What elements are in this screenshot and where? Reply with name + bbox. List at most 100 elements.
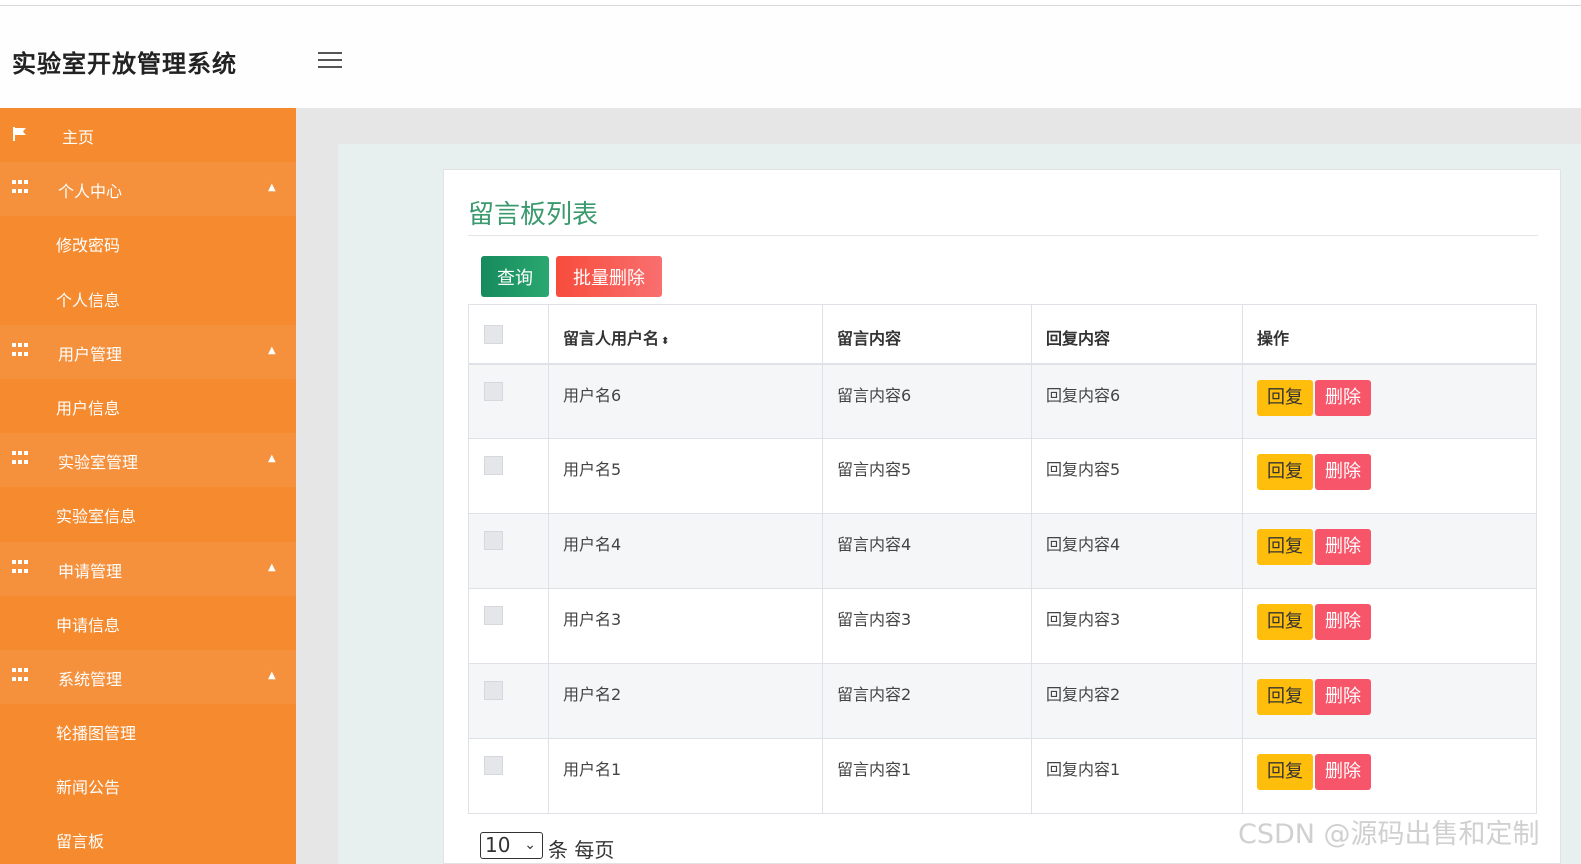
delete-button[interactable]: 删除 (1315, 454, 1371, 490)
row-checkbox[interactable] (484, 681, 503, 700)
table-row: 用户名5 留言内容5 回复内容5 回复 删除 (468, 438, 1537, 514)
sort-icon[interactable]: ⬍ (661, 336, 669, 347)
pagination: 10 ⌄ 条 每页 (480, 832, 614, 862)
reply-button[interactable]: 回复 (1257, 754, 1313, 790)
bulk-delete-button[interactable]: 批量删除 (556, 256, 662, 297)
username-cell: 用户名3 (548, 588, 823, 664)
message-cell: 留言内容3 (822, 588, 1032, 664)
sidebar-item-3[interactable]: 个人信息 (0, 270, 296, 325)
chevron-down-icon: ⌄ (524, 837, 536, 853)
delete-button[interactable]: 删除 (1315, 679, 1371, 715)
row-select-cell (468, 663, 549, 739)
actions-cell: 回复 删除 (1242, 363, 1537, 439)
header-username[interactable]: 留言人用户名 ⬍ (548, 304, 823, 364)
reply-button[interactable]: 回复 (1257, 604, 1313, 640)
sidebar-item-label: 修改密码 (56, 236, 121, 256)
row-checkbox[interactable] (484, 381, 503, 401)
sidebar-item-label: 用户信息 (56, 398, 121, 418)
caret-up-icon: ▲ (268, 669, 276, 681)
message-cell: 留言内容1 (822, 738, 1032, 814)
query-button[interactable]: 查询 (481, 256, 549, 297)
sidebar-item-7[interactable]: 实验室信息 (0, 487, 296, 542)
sidebar-item-0[interactable]: 主页 (0, 108, 296, 163)
sidebar-item-13[interactable]: 留言板 (0, 812, 296, 864)
caret-up-icon: ▲ (268, 182, 276, 194)
row-select-cell (468, 438, 549, 514)
row-checkbox[interactable] (484, 531, 503, 550)
grid-icon (12, 559, 28, 576)
flag-icon (12, 126, 28, 142)
actions-cell: 回复 删除 (1242, 438, 1537, 514)
grid-icon (12, 667, 28, 684)
menu-toggle-icon[interactable] (318, 52, 342, 70)
sidebar-item-label: 新闻公告 (56, 778, 121, 798)
sidebar-item-5[interactable]: 用户信息 (0, 378, 296, 434)
message-cell: 留言内容4 (822, 513, 1032, 589)
row-checkbox[interactable] (484, 606, 503, 625)
sidebar-item-label: 个人信息 (56, 290, 121, 310)
username-cell: 用户名2 (548, 663, 823, 739)
reply-button[interactable]: 回复 (1257, 679, 1313, 715)
page-size-value: 10 (485, 833, 511, 857)
message-cell: 留言内容5 (822, 438, 1032, 514)
username-cell: 用户名6 (548, 363, 823, 439)
sidebar-item-12[interactable]: 新闻公告 (0, 758, 296, 813)
grid-icon (12, 342, 28, 359)
reply-button[interactable]: 回复 (1257, 529, 1313, 565)
sidebar-item-label: 系统管理 (58, 669, 123, 689)
sidebar: 主页 ▲ 个人中心 修改密码 个人信息 ▲ 用户管理 用户信息 ▲ 实验室管理 实验室信息 ▲ 申请管理… (0, 108, 296, 864)
delete-button[interactable]: 删除 (1315, 379, 1371, 416)
sidebar-item-2[interactable]: 修改密码 (0, 216, 296, 271)
delete-button[interactable]: 删除 (1315, 754, 1371, 790)
table-row: 用户名4 留言内容4 回复内容4 回复 删除 (468, 513, 1537, 589)
caret-up-icon: ▲ (268, 453, 276, 465)
actions-cell: 回复 删除 (1242, 663, 1537, 739)
delete-button[interactable]: 删除 (1315, 604, 1371, 640)
header-username-label: 留言人用户名 (563, 329, 660, 348)
sidebar-item-label: 轮播图管理 (56, 724, 137, 744)
sidebar-item-label: 用户管理 (58, 344, 123, 364)
table-row: 用户名3 留言内容3 回复内容3 回复 删除 (468, 588, 1537, 664)
sidebar-item-4[interactable]: ▲ 用户管理 (0, 324, 296, 379)
sidebar-item-label: 主页 (62, 128, 95, 147)
sidebar-item-label: 申请信息 (56, 615, 121, 635)
username-cell: 用户名5 (548, 438, 823, 514)
row-checkbox[interactable] (484, 756, 503, 775)
sidebar-item-8[interactable]: ▲ 申请管理 (0, 541, 296, 596)
select-all-checkbox[interactable] (484, 325, 503, 344)
row-select-cell (468, 363, 549, 439)
message-cell: 留言内容2 (822, 663, 1032, 739)
watermark: CSDN @源码出售和定制 (1238, 819, 1540, 850)
message-cell: 留言内容6 (822, 363, 1032, 439)
reply-cell: 回复内容3 (1031, 588, 1243, 664)
reply-cell: 回复内容5 (1031, 438, 1243, 514)
delete-button[interactable]: 删除 (1315, 529, 1371, 565)
sidebar-item-1[interactable]: ▲ 个人中心 (0, 162, 296, 217)
reply-cell: 回复内容6 (1031, 363, 1243, 439)
reply-button[interactable]: 回复 (1257, 454, 1313, 490)
reply-cell: 回复内容4 (1031, 513, 1243, 589)
table-row: 用户名1 留言内容1 回复内容1 回复 删除 (468, 738, 1537, 814)
sidebar-item-10[interactable]: ▲ 系统管理 (0, 649, 296, 705)
row-checkbox[interactable] (484, 456, 503, 475)
message-table: 留言人用户名 ⬍ 留言内容 回复内容 操作 用户名6 留言内容6 回复内容6 回复 删除用… (468, 304, 1537, 814)
username-cell: 用户名4 (548, 513, 823, 589)
actions-cell: 回复 删除 (1242, 588, 1537, 664)
header-actions: 操作 (1242, 304, 1537, 364)
sidebar-item-6[interactable]: ▲ 实验室管理 (0, 433, 296, 488)
table-row: 用户名2 留言内容2 回复内容2 回复 删除 (468, 663, 1537, 739)
table-row: 用户名6 留言内容6 回复内容6 回复 删除 (468, 363, 1537, 439)
header-message: 留言内容 (822, 304, 1032, 364)
sidebar-item-11[interactable]: 轮播图管理 (0, 704, 296, 759)
sidebar-item-9[interactable]: 申请信息 (0, 595, 296, 650)
sidebar-item-label: 实验室管理 (58, 453, 139, 473)
sidebar-item-label: 申请管理 (58, 561, 123, 581)
reply-cell: 回复内容2 (1031, 663, 1243, 739)
grid-icon (12, 451, 28, 467)
header-reply: 回复内容 (1031, 304, 1243, 364)
sidebar-item-label: 个人中心 (58, 182, 123, 202)
header: 实验室开放管理系统 (0, 6, 1581, 108)
page-size-select[interactable]: 10 ⌄ (480, 832, 543, 859)
reply-button[interactable]: 回复 (1257, 379, 1313, 416)
actions-cell: 回复 删除 (1242, 738, 1537, 814)
